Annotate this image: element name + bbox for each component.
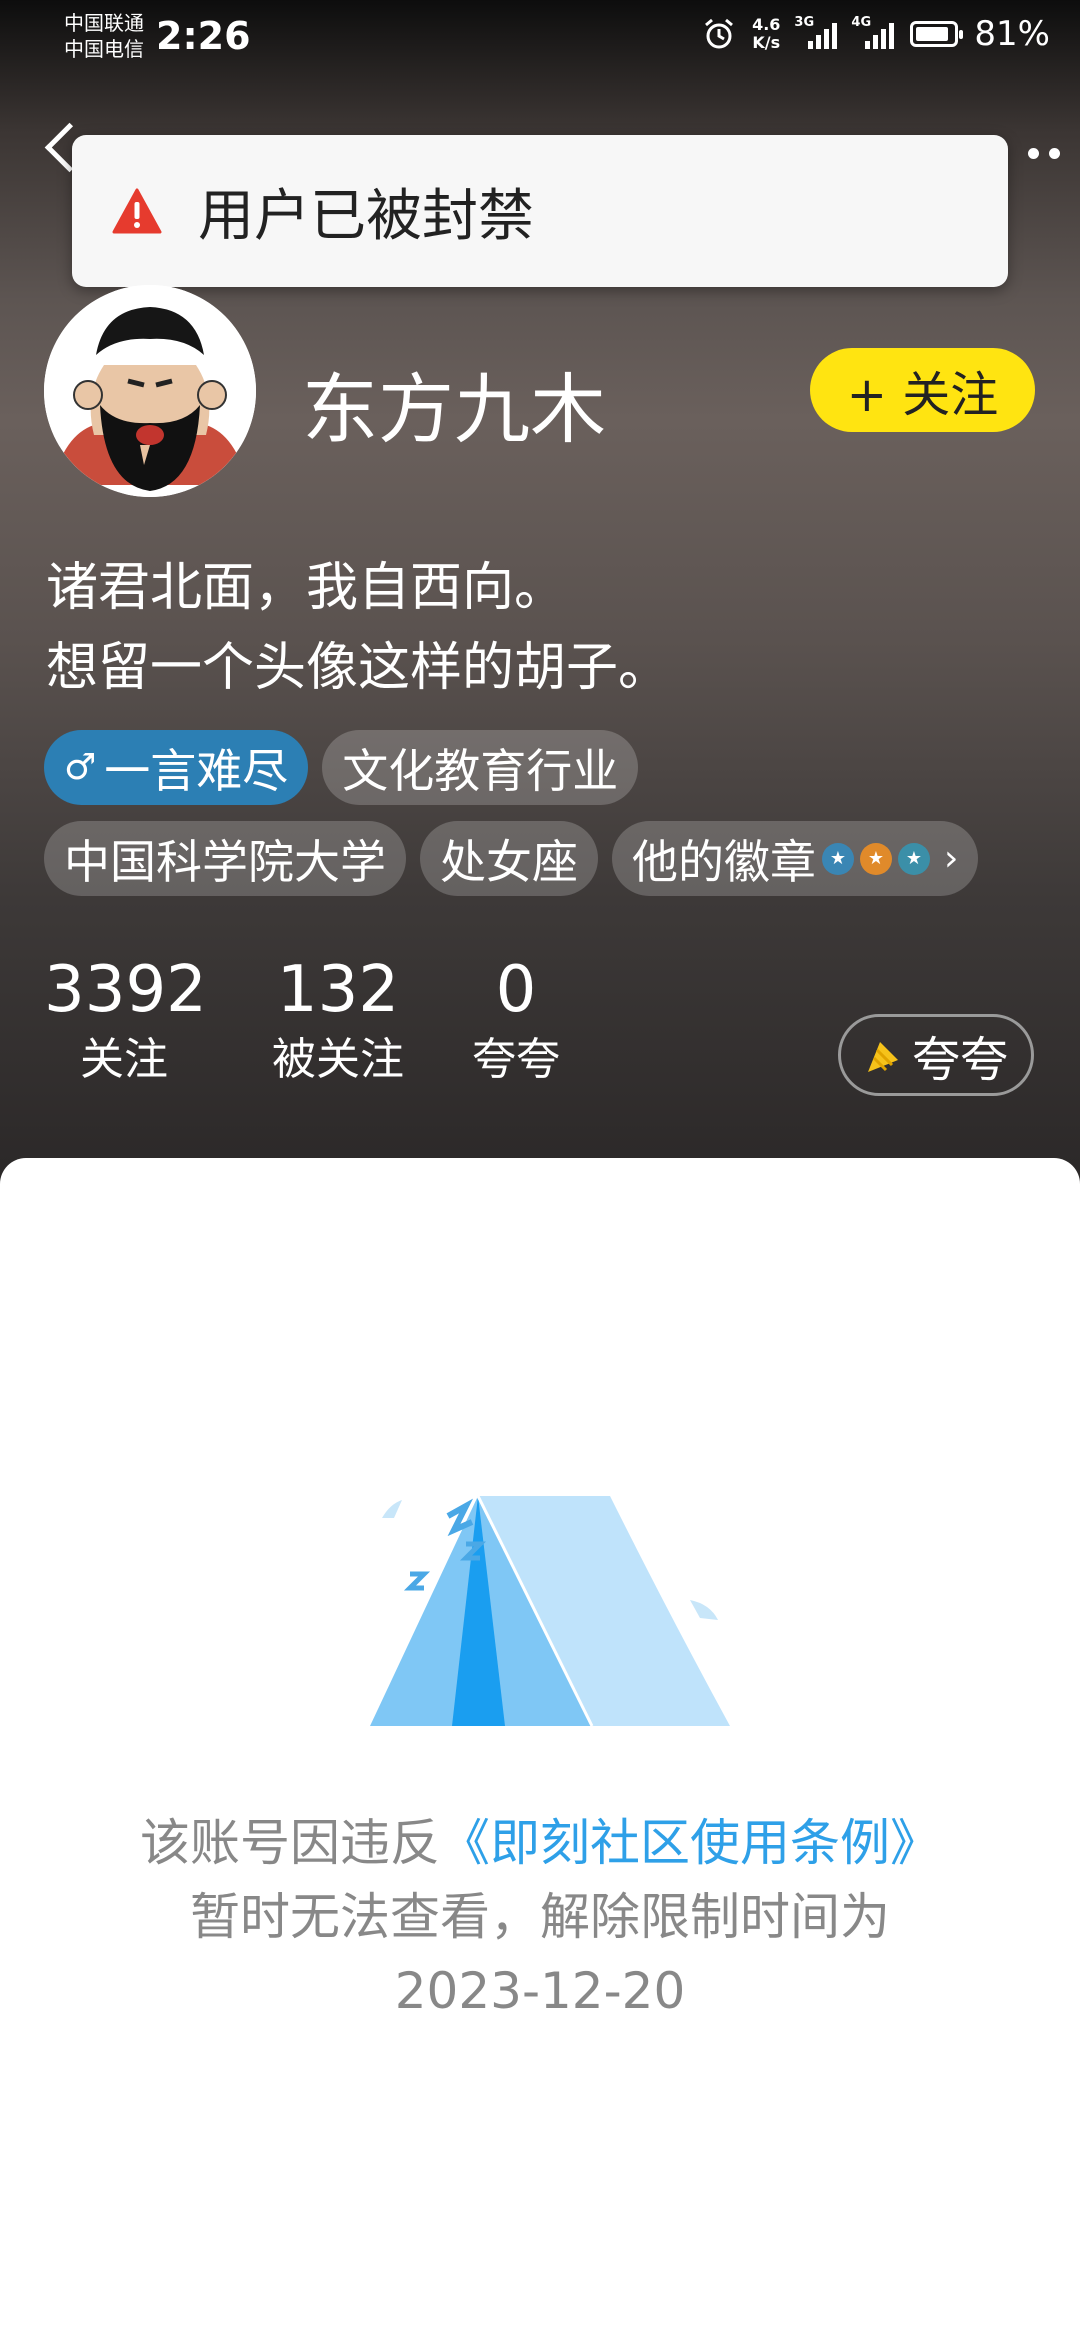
profile-tags: ♂ 一言难尽 文化教育行业 中国科学院大学 处女座 他的徽章 ★ ★ ★ › <box>44 730 1044 912</box>
bio-line-2: 想留一个头像这样的胡子。 <box>46 638 671 698</box>
carrier-2: 中国电信 <box>64 37 144 61</box>
badge-teal-star-icon: ★ <box>898 842 930 875</box>
profile-name: 东方九木 <box>302 365 606 454</box>
alarm-icon <box>705 18 734 49</box>
following-label: 关注 <box>80 1034 168 1085</box>
party-popper-icon <box>867 1042 898 1072</box>
status-icons: 4.6 K/s 3G 4G 81% <box>702 14 1050 54</box>
notice-line-1: 该账号因违反《即刻社区使用条例》 <box>0 1806 1080 1880</box>
clock: 2:26 <box>156 14 251 58</box>
tag-school: 中国科学院大学 <box>44 821 406 896</box>
tag-gender: ♂ 一言难尽 <box>44 730 309 805</box>
stat-praise[interactable]: 0 夸夸 <box>456 950 576 1090</box>
warning-icon <box>112 188 162 234</box>
community-rules-link[interactable]: 《即刻社区使用条例》 <box>440 1814 940 1872</box>
signal-3g-icon: 3G <box>794 15 838 49</box>
tag-industry: 文化教育行业 <box>322 730 639 805</box>
praise-button-label: 夸夸 <box>911 1032 1008 1088</box>
notice-prefix: 该账号因违反 <box>140 1814 440 1872</box>
follow-button[interactable]: + 关注 <box>810 348 1035 432</box>
praise-label: 夸夸 <box>472 1034 560 1085</box>
badges-button[interactable]: 他的徽章 ★ ★ ★ › <box>612 821 979 896</box>
banned-notice: 该账号因违反《即刻社区使用条例》 暂时无法查看，解除限制时间为 2023-12-… <box>0 1806 1080 2028</box>
signal-4g-icon: 4G <box>851 15 895 49</box>
tag-zodiac: 处女座 <box>420 821 598 896</box>
network-speed: 4.6 K/s <box>752 15 781 52</box>
followers-label: 被关注 <box>272 1034 404 1085</box>
badge-orange-star-icon: ★ <box>860 842 892 875</box>
content-panel: 该账号因违反《即刻社区使用条例》 暂时无法查看，解除限制时间为 2023-12-… <box>0 1158 1080 2340</box>
more-options-icon[interactable] <box>1028 148 1060 159</box>
followers-count: 132 <box>276 953 400 1027</box>
chevron-right-icon: › <box>944 838 959 879</box>
tag-gender-label: 一言难尽 <box>104 743 289 798</box>
sleeping-tent-icon <box>370 1495 730 1727</box>
bio-line-1: 诸君北面，我自西向。 <box>46 558 567 618</box>
avatar-illustration <box>44 285 256 497</box>
badges-label: 他的徽章 <box>632 834 816 889</box>
praise-count: 0 <box>495 953 537 1027</box>
battery-icon <box>910 21 964 47</box>
praise-button[interactable]: 夸夸 <box>838 1014 1034 1096</box>
status-bar: 中国联通 中国电信 2:26 4.6 K/s 3G 4G 81% <box>0 0 1080 80</box>
male-icon: ♂ <box>64 747 97 788</box>
following-count: 3392 <box>44 953 207 1027</box>
banned-toast: 用户已被封禁 <box>72 135 1008 287</box>
carrier-1: 中国联通 <box>64 11 144 35</box>
toast-message: 用户已被封禁 <box>198 183 534 249</box>
avatar[interactable] <box>44 285 256 497</box>
badge-blue-star-icon: ★ <box>822 842 854 875</box>
stat-followers[interactable]: 132 被关注 <box>258 950 418 1090</box>
profile-bio: 诸君北面，我自西向。 想留一个头像这样的胡子。 <box>46 548 670 708</box>
restriction-end-date: 2023-12-20 <box>394 1962 686 2020</box>
follow-button-label: + 关注 <box>846 367 999 423</box>
battery-percent: 81% <box>974 14 1050 54</box>
notice-line-2: 暂时无法查看，解除限制时间为 <box>190 1888 890 1946</box>
carrier-names: 中国联通 中国电信 <box>64 10 144 62</box>
stat-following[interactable]: 3392 关注 <box>44 950 207 1090</box>
